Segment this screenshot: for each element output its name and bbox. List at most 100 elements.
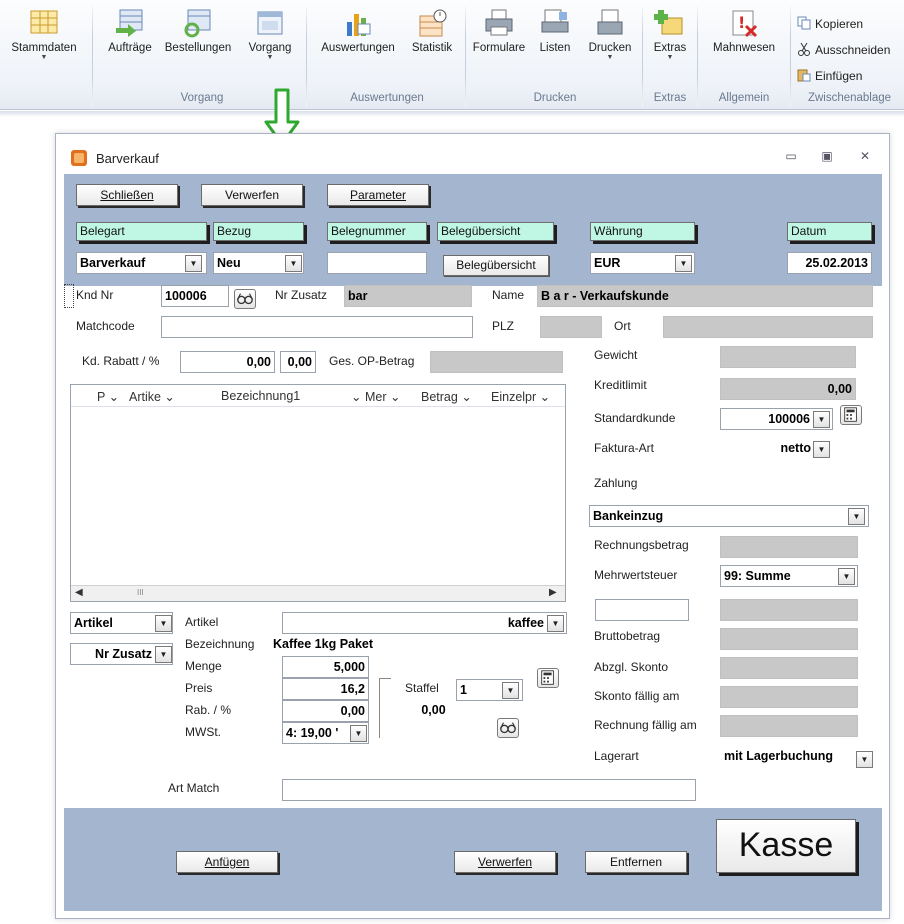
scroll-thumb[interactable]: III bbox=[137, 588, 144, 597]
bezeichnung-label: Bezeichnung bbox=[185, 637, 255, 651]
extras-icon bbox=[654, 10, 683, 35]
name-input[interactable]: B a r - Verkaufskunde bbox=[537, 285, 873, 307]
menge-input[interactable]: 5,000 bbox=[282, 656, 369, 678]
ribbon-einfuegen-button[interactable]: Einfügen bbox=[797, 68, 862, 83]
ribbon-kopieren-button[interactable]: Kopieren bbox=[797, 16, 863, 31]
belegart-dropdown-icon[interactable]: ▼ bbox=[185, 255, 202, 272]
grid-col-betrag[interactable]: Betrag ⌄ bbox=[421, 389, 472, 404]
lagerart-dropdown-icon[interactable]: ▼ bbox=[856, 751, 873, 768]
scroll-left-icon[interactable]: ◀ bbox=[75, 587, 83, 598]
verwerfen-top-button[interactable]: Verwerfen bbox=[201, 184, 303, 206]
ribbon-auswertungen-label: Auswertungen bbox=[321, 42, 395, 54]
glasses-icon bbox=[500, 722, 516, 734]
horizontal-scrollbar[interactable]: ◀ III ▶ bbox=[71, 585, 565, 601]
ribbon-vorgang-button[interactable]: Vorgang ▼ bbox=[240, 8, 300, 62]
standardkunde-dropdown-icon[interactable]: ▼ bbox=[813, 411, 830, 428]
table-icon bbox=[30, 10, 58, 34]
gewicht-input[interactable] bbox=[720, 346, 856, 368]
grid-col-bezeichnung1[interactable]: Bezeichnung1 bbox=[221, 389, 300, 403]
mwst-amount-input[interactable] bbox=[595, 599, 689, 621]
scroll-right-icon[interactable]: ▶ bbox=[549, 587, 557, 598]
group-separator bbox=[642, 6, 643, 106]
rab-input-2[interactable]: 0,00 bbox=[376, 700, 491, 722]
positions-grid[interactable]: P ⌄ Artike ⌄ Bezeichnung1 ⌄ Mer ⌄ Betrag… bbox=[70, 384, 566, 602]
ort-input[interactable] bbox=[663, 316, 873, 338]
faktura-dropdown-icon[interactable]: ▼ bbox=[813, 441, 830, 458]
artmatch-input[interactable] bbox=[282, 779, 696, 801]
search-customer-button[interactable] bbox=[234, 289, 256, 309]
grid-col-einzelpreis[interactable]: Einzelpr ⌄ bbox=[491, 389, 550, 404]
ribbon-auswertungen-button[interactable]: Auswertungen bbox=[313, 8, 403, 54]
ribbon-extras-button[interactable]: Extras ▼ bbox=[648, 8, 692, 62]
rab-input[interactable]: 0,00 bbox=[282, 700, 369, 722]
zahlung-select[interactable]: Bankeinzug bbox=[589, 505, 869, 527]
orders-cycle-icon bbox=[184, 9, 211, 38]
article-search-button[interactable] bbox=[497, 718, 519, 738]
schliessen-button[interactable]: Schließen bbox=[76, 184, 178, 206]
close-button[interactable]: ✕ bbox=[855, 147, 875, 165]
datum-input[interactable]: 25.02.2013 bbox=[787, 252, 872, 274]
grid-col-artikel[interactable]: Artike ⌄ bbox=[129, 389, 175, 404]
staffel-value: 1 bbox=[460, 683, 467, 697]
opbetrag-input[interactable] bbox=[430, 351, 563, 373]
artikel-dropdown-icon[interactable]: ▼ bbox=[547, 615, 564, 632]
bezug-dropdown-icon[interactable]: ▼ bbox=[285, 255, 302, 272]
zahlung-dropdown-icon[interactable]: ▼ bbox=[848, 508, 865, 525]
rabatt-input-2[interactable]: 0,00 bbox=[280, 351, 316, 373]
skonto-faellig-input[interactable] bbox=[720, 686, 858, 708]
artikel-input[interactable]: kaffee bbox=[282, 612, 567, 634]
lagerart-select[interactable]: mit Lagerbuchung bbox=[720, 746, 853, 768]
ribbon-mahnwesen-button[interactable]: ! Mahnwesen bbox=[704, 8, 784, 54]
rabatt-input[interactable]: 0,00 bbox=[180, 351, 275, 373]
belegnummer-label: Belegnummer bbox=[327, 222, 427, 241]
ribbon-auftraege-button[interactable]: Aufträge bbox=[100, 8, 160, 54]
artikel-search-dropdown-icon[interactable]: ▼ bbox=[155, 615, 172, 632]
rechnungsbetrag-input[interactable] bbox=[720, 536, 858, 558]
ribbon-stammdaten-button[interactable]: Stammdaten ▼ bbox=[4, 8, 84, 62]
matchcode-input[interactable] bbox=[161, 316, 473, 338]
ribbon-statistik-button[interactable]: Statistik bbox=[404, 8, 460, 54]
belegnummer-input[interactable] bbox=[327, 252, 427, 274]
beleguebersicht-button[interactable]: Belegübersicht bbox=[443, 255, 549, 276]
ribbon-bestellungen-label: Bestellungen bbox=[164, 42, 232, 54]
rechnung-faellig-label: Rechnung fällig am bbox=[594, 718, 697, 732]
kreditlimit-input[interactable]: 0,00 bbox=[720, 378, 856, 400]
rechnung-faellig-input[interactable] bbox=[720, 715, 858, 737]
entfernen-button[interactable]: Entfernen bbox=[585, 851, 687, 873]
nrzusatz-input[interactable]: bar bbox=[344, 285, 472, 307]
plz-input[interactable] bbox=[540, 316, 602, 338]
bruttobetrag-input[interactable] bbox=[720, 628, 858, 650]
scissors-icon bbox=[798, 42, 810, 56]
waehrung-dropdown-icon[interactable]: ▼ bbox=[675, 255, 692, 272]
restore-button[interactable]: ▣ bbox=[817, 147, 837, 165]
ribbon-listen-button[interactable]: Listen bbox=[530, 8, 580, 54]
bezeichnung-input[interactable]: Kaffee 1kg Paket bbox=[270, 634, 567, 656]
ribbon-drucken-button[interactable]: Drucken ▼ bbox=[582, 8, 638, 62]
standardkunde-lookup-button[interactable] bbox=[840, 405, 862, 425]
staffel-dropdown-icon[interactable]: ▼ bbox=[502, 682, 519, 699]
window-titlebar[interactable]: Barverkauf ▭ ▣ ✕ bbox=[56, 134, 889, 174]
anfuegen-button[interactable]: Anfügen bbox=[176, 851, 278, 873]
kasse-button[interactable]: Kasse bbox=[716, 819, 856, 873]
mehrwertsteuer-dropdown-icon[interactable]: ▼ bbox=[838, 568, 855, 585]
waehrung-value: EUR bbox=[594, 256, 621, 270]
minimize-button[interactable]: ▭ bbox=[781, 147, 801, 165]
mwst-sum-input[interactable] bbox=[720, 599, 858, 621]
article-lookup-button[interactable] bbox=[537, 668, 559, 688]
staffel-label: Staffel bbox=[405, 681, 439, 695]
verwerfen-bottom-button[interactable]: Verwerfen bbox=[454, 851, 556, 873]
preis-input[interactable]: 16,2 bbox=[282, 678, 369, 700]
grid-col-p[interactable]: P ⌄ bbox=[97, 389, 119, 404]
nrzusatz-search-dropdown-icon[interactable]: ▼ bbox=[155, 646, 172, 663]
mwst-dropdown-icon[interactable]: ▼ bbox=[350, 725, 367, 742]
kndnr-input[interactable]: 100006 bbox=[161, 285, 229, 307]
ribbon-ausschneiden-label: Ausschneiden bbox=[815, 43, 891, 57]
gewicht-label: Gewicht bbox=[594, 348, 638, 362]
grid-col-mer[interactable]: ⌄ Mer ⌄ bbox=[351, 389, 400, 404]
ribbon-bestellungen-button[interactable]: Bestellungen bbox=[160, 8, 236, 54]
kasse-label: Kasse bbox=[738, 826, 834, 864]
ribbon-formulare-button[interactable]: Formulare bbox=[470, 8, 528, 54]
skonto-input[interactable] bbox=[720, 657, 858, 679]
ribbon-ausschneiden-button[interactable]: Ausschneiden bbox=[797, 42, 890, 57]
parameter-button[interactable]: Parameter bbox=[327, 184, 429, 206]
